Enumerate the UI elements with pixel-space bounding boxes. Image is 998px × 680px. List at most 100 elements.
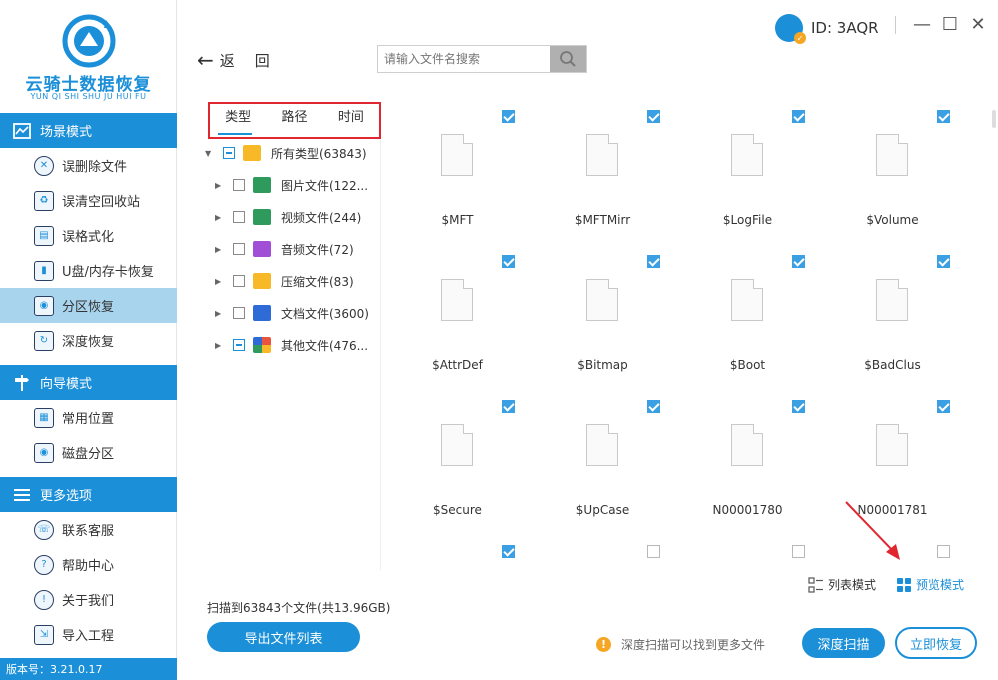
file-icon [441,279,473,321]
sidebar-item-disk-partition[interactable]: ◉ 磁盘分区 [0,435,177,470]
file-checkbox[interactable] [647,400,660,413]
tree-checkbox[interactable] [233,243,245,255]
tree-item-audio[interactable]: ▶ 音频文件(72) [215,233,354,265]
search-input[interactable] [378,46,550,72]
user-info[interactable]: ID: 3AQR [775,14,879,44]
file-icon [731,134,763,176]
file-tile[interactable]: $AttrDef [385,245,530,390]
sidebar-item-format[interactable]: ▤ 误格式化 [0,218,177,253]
file-tile[interactable]: $MFT [385,100,530,245]
tree-checkbox[interactable] [223,147,235,159]
warning-icon: ! [596,637,611,652]
file-tile[interactable]: $Secure [385,390,530,535]
back-button[interactable]: ← 返回 [197,48,290,72]
file-tile[interactable]: $UpCase [530,390,675,535]
collapse-triangle-icon[interactable]: ▶ [215,181,227,190]
file-tile[interactable]: $Boot [675,245,820,390]
file-tile[interactable]: $MFTMirr [530,100,675,245]
sidebar-item-recycle-bin[interactable]: ♻ 误清空回收站 [0,183,177,218]
tree-item-videos[interactable]: ▶ 视频文件(244) [215,201,361,233]
file-checkbox[interactable] [937,400,950,413]
file-tile[interactable]: $LogFile [675,100,820,245]
sidebar-item-partition-recovery[interactable]: ◉ 分区恢复 [0,288,177,323]
file-checkbox[interactable] [647,255,660,268]
tree-item-archives[interactable]: ▶ 压缩文件(83) [215,265,354,297]
close-button[interactable]: ✕ [969,16,987,34]
file-tile[interactable]: $BadClus [820,245,965,390]
tree-checkbox[interactable] [233,339,245,351]
maximize-button[interactable]: ☐ [941,16,959,34]
tab-path[interactable]: 路径 [266,104,322,137]
sidebar-item-common-location[interactable]: ▦ 常用位置 [0,400,177,435]
file-tile[interactable] [530,535,675,568]
scrollbar-thumb[interactable] [992,110,996,128]
sidebar-item-contact-support[interactable]: ☏ 联系客服 [0,512,177,547]
file-checkbox[interactable] [792,110,805,123]
sidebar-item-import-project[interactable]: ⇲ 导入工程 [0,617,177,652]
tree-checkbox[interactable] [233,211,245,223]
collapse-triangle-icon[interactable]: ▶ [215,309,227,318]
sidebar-item-deep-recovery[interactable]: ↻ 深度恢复 [0,323,177,358]
collapse-triangle-icon[interactable]: ▶ [215,277,227,286]
recover-now-button[interactable]: 立即恢复 [895,627,977,659]
preview-mode-button[interactable]: 预览模式 [896,576,964,593]
sidebar-item-deleted-files[interactable]: ✕ 误删除文件 [0,148,177,183]
tab-time[interactable]: 时间 [323,104,379,137]
file-checkbox[interactable] [792,545,805,558]
version-label: 版本号：3.21.0.17 [0,658,177,680]
file-checkbox[interactable] [937,545,950,558]
annotation-arrow-icon [845,501,900,560]
minimize-button[interactable]: — [913,16,931,34]
file-checkbox[interactable] [937,255,950,268]
document-file-icon [253,305,271,321]
file-checkbox[interactable] [937,110,950,123]
expand-triangle-icon[interactable]: ▼ [205,149,217,158]
file-name: $Secure [433,503,482,517]
tree-item-other[interactable]: ▶ 其他文件(476... [215,329,368,361]
tree-item-documents[interactable]: ▶ 文档文件(3600) [215,297,369,329]
file-tile[interactable]: $Bitmap [530,245,675,390]
sidebar-item-about-us[interactable]: ! 关于我们 [0,582,177,617]
collapse-triangle-icon[interactable]: ▶ [215,341,227,350]
file-name: $AttrDef [432,358,483,372]
file-checkbox[interactable] [502,110,515,123]
tree-checkbox[interactable] [233,179,245,191]
tab-type[interactable]: 类型 [210,104,266,137]
file-tile[interactable] [675,535,820,568]
file-tile[interactable]: N00001780 [675,390,820,535]
tree-item-all-types[interactable]: ▼ 所有类型(63843) [205,137,367,169]
section-header-scene: 场景模式 [0,113,177,148]
file-checkbox[interactable] [792,255,805,268]
list-mode-button[interactable]: 列表模式 [808,576,876,593]
search-box [377,45,587,73]
tree-item-images[interactable]: ▶ 图片文件(122... [215,169,368,201]
section-header-more: 更多选项 [0,477,177,512]
collapse-triangle-icon[interactable]: ▶ [215,245,227,254]
sidebar-item-help-center[interactable]: ? 帮助中心 [0,547,177,582]
collapse-triangle-icon[interactable]: ▶ [215,213,227,222]
file-icon [731,424,763,466]
file-icon [876,134,908,176]
file-name: N00001780 [712,503,783,517]
file-checkbox[interactable] [502,255,515,268]
file-name: $Volume [866,213,919,227]
file-checkbox[interactable] [647,545,660,558]
search-button[interactable] [550,46,586,72]
file-icon [586,424,618,466]
sidebar-item-usb-card[interactable]: ▮ U盘/内存卡恢复 [0,253,177,288]
file-tile[interactable] [385,535,530,568]
file-checkbox[interactable] [502,400,515,413]
file-tile[interactable]: $Volume [820,100,965,245]
audio-file-icon [253,241,271,257]
file-checkbox[interactable] [502,545,515,558]
tree-checkbox[interactable] [233,275,245,287]
deep-scan-tip: ! 深度扫描可以找到更多文件 [596,636,765,653]
help-icon: ? [34,554,54,575]
deep-scan-button[interactable]: 深度扫描 [802,628,885,658]
sidebar: 云骑士数据恢复 YUN QI SHI SHU JU HUI FU 场景模式 ✕ … [0,0,177,680]
tree-checkbox[interactable] [233,307,245,319]
file-checkbox[interactable] [792,400,805,413]
window-controls: — ☐ ✕ [895,16,992,34]
file-checkbox[interactable] [647,110,660,123]
export-file-list-button[interactable]: 导出文件列表 [207,622,360,652]
